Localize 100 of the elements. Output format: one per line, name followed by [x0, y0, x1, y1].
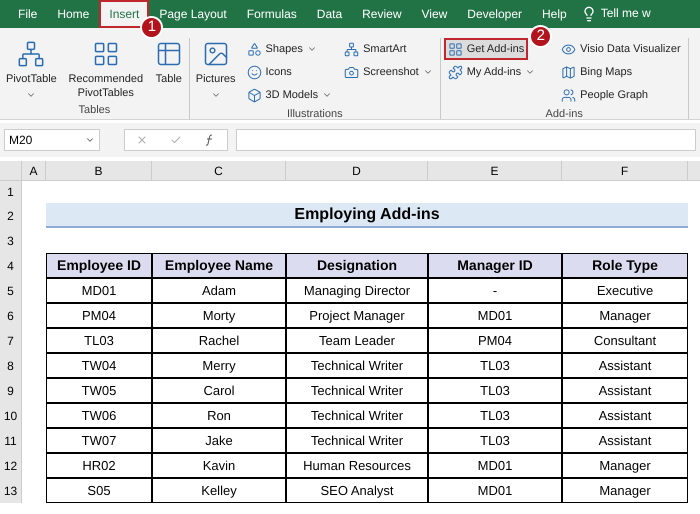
column-header[interactable]: E [428, 161, 562, 181]
ribbon-button[interactable]: Shapes [242, 38, 321, 60]
ribbon-button[interactable]: Table [152, 38, 186, 88]
table-cell: Managing Director [286, 278, 428, 303]
row-number[interactable]: 4 [0, 253, 22, 278]
check-icon[interactable] [170, 134, 182, 146]
ribbon-tab[interactable]: Data [306, 0, 352, 28]
table-cell: Kavin [152, 453, 286, 478]
row-number[interactable]: 3 [0, 228, 22, 253]
table-cell: TW05 [46, 378, 152, 403]
group-label: Add-ins [544, 107, 584, 122]
table-header-cell: Employee Name [152, 253, 286, 278]
table-cell: MD01 [46, 278, 152, 303]
column-header[interactable]: A [22, 161, 46, 181]
table-cell: PM04 [428, 328, 562, 353]
eye-icon [561, 42, 576, 56]
ribbon-button[interactable]: 3D Models [242, 84, 336, 106]
row-number[interactable]: 1 [0, 181, 22, 203]
row-number[interactable]: 7 [0, 328, 22, 353]
table-cell: TW04 [46, 353, 152, 378]
table-cell: S05 [46, 478, 152, 503]
column-header[interactable]: F [562, 161, 688, 181]
table-header-cell: Employee ID [46, 253, 152, 278]
formula-input[interactable] [236, 129, 696, 151]
table-header-cell: Role Type [562, 253, 688, 278]
tell-me-search[interactable]: Tell me w [600, 4, 651, 22]
table-cell: TL03 [428, 378, 562, 403]
sheet-title: Employing Add-ins [46, 203, 688, 228]
select-all-corner[interactable] [0, 161, 22, 181]
table-cell: Assistant [562, 428, 688, 453]
row-number[interactable]: 9 [0, 378, 22, 403]
name-box[interactable]: M20 [4, 129, 100, 151]
table-cell: Assistant [562, 353, 688, 378]
table-cell: TL03 [428, 403, 562, 428]
row-number[interactable]: 13 [0, 478, 22, 503]
table-cell: Technical Writer [286, 378, 428, 403]
table-cell: Jake [152, 428, 286, 453]
table-cell: TL03 [428, 428, 562, 453]
table-cell: TW07 [46, 428, 152, 453]
table-cell: TL03 [428, 353, 562, 378]
ribbon-tab[interactable]: Insert [99, 0, 150, 28]
row-number[interactable]: 12 [0, 453, 22, 478]
ribbon-tab[interactable]: Help [532, 0, 577, 28]
ribbon-button[interactable]: People Graph [557, 84, 652, 106]
table-cell: Ron [152, 403, 286, 428]
table-cell: Manager [562, 453, 688, 478]
ribbon-tab[interactable]: Formulas [236, 0, 307, 28]
table-cell: Morty [152, 303, 286, 328]
row-number[interactable]: 11 [0, 428, 22, 453]
camera-icon [344, 64, 360, 80]
table-cell: Technical Writer [286, 353, 428, 378]
diagram-icon [344, 42, 360, 56]
column-header[interactable]: D [286, 161, 428, 181]
ribbon-tab[interactable]: View [412, 0, 458, 28]
ribbon-button[interactable]: Bing Maps [557, 61, 636, 83]
table-icon [154, 40, 183, 68]
table-cell: SEO Analyst [286, 478, 428, 503]
table-cell: Project Manager [286, 303, 428, 328]
ribbon-button[interactable]: SmartArt [340, 38, 410, 60]
ribbon-button[interactable]: Screenshot [340, 61, 437, 83]
table-cell: TL03 [46, 328, 152, 353]
table-cell: Manager [562, 478, 688, 503]
ribbon-button[interactable]: Get Add-ins [444, 38, 528, 60]
table-cell: MD01 [428, 303, 562, 328]
ribbon-tab[interactable]: Review [352, 0, 412, 28]
table-cell: HR02 [46, 453, 152, 478]
ribbon-button[interactable]: PivotTable [3, 38, 60, 102]
ribbon-button[interactable]: Icons [242, 61, 296, 83]
ribbon-button[interactable]: My Add-ins [444, 61, 540, 83]
ribbon-button[interactable]: Pictures [192, 38, 239, 102]
table-cell: Team Leader [286, 328, 428, 353]
table-cell: Human Resources [286, 453, 428, 478]
ribbon-tab[interactable]: Home [47, 0, 100, 28]
people-icon [561, 88, 576, 102]
table-cell: Carol [152, 378, 286, 403]
row-number[interactable]: 10 [0, 403, 22, 428]
row-number[interactable]: 8 [0, 353, 22, 378]
puzzle-icon [448, 64, 463, 80]
table-cell: PM04 [46, 303, 152, 328]
cancel-icon[interactable] [136, 134, 148, 146]
row-number[interactable]: 6 [0, 303, 22, 328]
ribbon-tab[interactable]: File [8, 0, 48, 28]
smiley-icon [246, 64, 262, 80]
table-cell: Technical Writer [286, 428, 428, 453]
table-cell: - [428, 278, 562, 303]
ribbon-button[interactable]: Recommended PivotTables [64, 38, 148, 102]
table-cell: Merry [152, 353, 286, 378]
table-cell: Manager [562, 303, 688, 328]
row-number[interactable]: 2 [0, 203, 22, 228]
step-number-badge: 2 [529, 25, 552, 48]
column-header[interactable]: C [152, 161, 286, 181]
ribbon-button[interactable]: Visio Data Visualizer [557, 38, 685, 60]
table-cell: Assistant [562, 403, 688, 428]
ribbon-tab[interactable]: Developer [457, 0, 532, 28]
column-header[interactable]: B [46, 161, 152, 181]
picture-icon [202, 40, 230, 68]
table-cell: Kelley [152, 478, 286, 503]
column-header [688, 161, 700, 181]
table-cell: Consultant [562, 328, 688, 353]
row-number[interactable]: 5 [0, 278, 22, 303]
